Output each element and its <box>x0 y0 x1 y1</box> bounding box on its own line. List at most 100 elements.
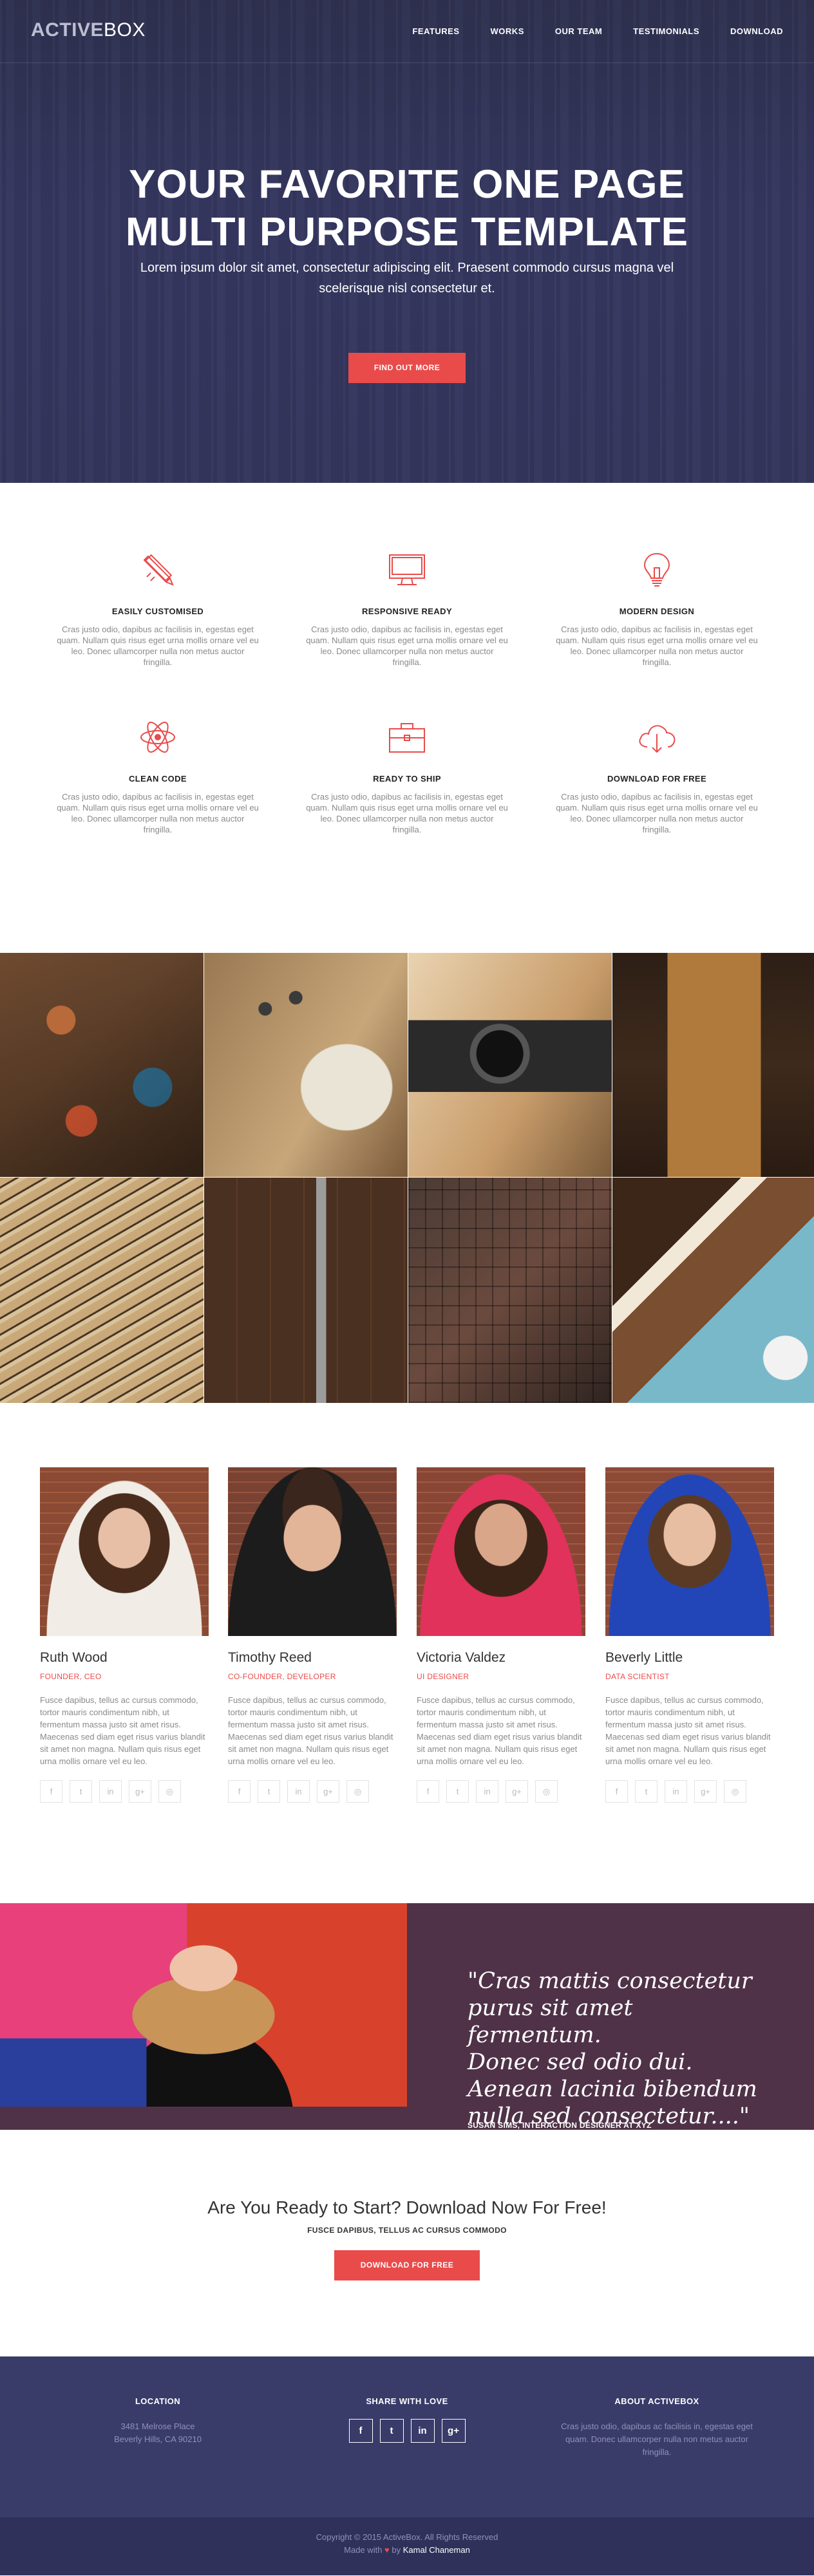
author-link[interactable]: Kamal Chaneman <box>403 2545 470 2555</box>
by-text: by <box>392 2545 401 2555</box>
nav-features[interactable]: FEATURES <box>412 26 459 36</box>
member-role: FOUNDER, CEO <box>40 1672 102 1681</box>
cloud-download-icon <box>639 725 676 753</box>
member-role: DATA SCIENTIST <box>605 1672 670 1681</box>
quote-line: Donec sed odio dui. <box>468 2049 693 2075</box>
portfolio-tile-coffee[interactable] <box>612 1178 814 1403</box>
facebook-icon[interactable]: f <box>605 1780 628 1803</box>
footer-about-text: Cras justo odio, dapibus ac facilisis in… <box>561 2421 753 2457</box>
dribbble-icon[interactable]: ◎ <box>724 1780 746 1803</box>
feature-clean-code: CLEAN CODE Cras justo odio, dapibus ac f… <box>52 715 264 835</box>
feature-easily-customised: EASILY CUSTOMISED Cras justo odio, dapib… <box>52 547 264 668</box>
footer-about-title: ABOUT ACTIVEBOX <box>614 2396 699 2406</box>
portfolio-tile-camera[interactable] <box>408 953 612 1177</box>
team-member-timothy-reed: Timothy Reed CO-FOUNDER, DEVELOPER Fusce… <box>228 1467 397 1803</box>
heart-icon: ♥ <box>384 2545 390 2555</box>
dribbble-icon[interactable]: ◎ <box>535 1780 558 1803</box>
member-bio: Fusce dapibus, tellus ac cursus commodo,… <box>40 1695 205 1766</box>
team-member-victoria-valdez: Victoria Valdez UI DESIGNER Fusce dapibu… <box>417 1467 585 1803</box>
logo[interactable]: ACTIVEBOX <box>31 19 146 41</box>
hero-subtitle: Lorem ipsum dolor sit amet, consectetur … <box>0 258 814 299</box>
quote-line: Aenean lacinia bibendum <box>468 2076 757 2102</box>
feature-responsive-ready: RESPONSIVE READY Cras justo odio, dapibu… <box>301 547 513 668</box>
footer-share-title: SHARE WITH LOVE <box>366 2396 448 2406</box>
twitter-icon[interactable]: t <box>70 1780 92 1803</box>
portfolio-tile-stamps[interactable] <box>0 953 204 1177</box>
member-socials: f t in g+ ◎ <box>605 1780 774 1803</box>
feature-title: READY TO SHIP <box>373 774 441 784</box>
portfolio-tile-letterpress[interactable] <box>408 1178 612 1403</box>
portfolio-tile-desk[interactable] <box>204 953 408 1177</box>
feature-download-for-free: DOWNLOAD FOR FREE Cras justo odio, dapib… <box>551 715 763 835</box>
dribbble-icon[interactable]: ◎ <box>346 1780 369 1803</box>
nav-our-team[interactable]: OUR TEAM <box>555 26 602 36</box>
linkedin-icon[interactable]: in <box>476 1780 498 1803</box>
footer-address: 3481 Melrose Place Beverly Hills, CA 902… <box>52 2420 264 2446</box>
google-plus-icon[interactable]: g+ <box>506 1780 528 1803</box>
member-name: Beverly Little <box>605 1650 683 1665</box>
linkedin-icon[interactable]: in <box>99 1780 122 1803</box>
member-bio: Fusce dapibus, tellus ac cursus commodo,… <box>605 1695 771 1766</box>
hero-title-line1: YOUR FAVORITE ONE PAGE <box>129 162 685 207</box>
find-out-more-button[interactable]: FIND OUT MORE <box>348 353 466 383</box>
portfolio-grid <box>0 953 814 1403</box>
footer-about: ABOUT ACTIVEBOX Cras justo odio, dapibus… <box>551 2396 763 2459</box>
footer-location: LOCATION 3481 Melrose Place Beverly Hill… <box>52 2396 264 2446</box>
testimonial-section: "Cras mattis consectetur purus sit amet … <box>0 1903 814 2130</box>
testimonial-quote: "Cras mattis consectetur purus sit amet … <box>468 1968 764 2130</box>
download-for-free-button[interactable]: DOWNLOAD FOR FREE <box>334 2250 480 2280</box>
member-name: Ruth Wood <box>40 1650 108 1665</box>
hero-title-line2: MULTI PURPOSE TEMPLATE <box>126 210 688 254</box>
feature-title: EASILY CUSTOMISED <box>111 606 204 616</box>
made-with-text: Made with <box>344 2545 383 2555</box>
avatar <box>228 1467 397 1636</box>
monitor-icon <box>389 554 425 585</box>
address-line: Beverly Hills, CA 90210 <box>114 2434 202 2444</box>
footer-location-title: LOCATION <box>135 2396 181 2406</box>
copyright-text: Copyright © 2015 ActiveBox. All Rights R… <box>316 2532 498 2542</box>
linkedin-icon[interactable]: in <box>410 2419 435 2443</box>
twitter-icon[interactable]: t <box>446 1780 469 1803</box>
atom-icon <box>140 721 175 753</box>
member-name: Victoria Valdez <box>417 1650 506 1665</box>
nav-download[interactable]: DOWNLOAD <box>730 26 783 36</box>
team-member-beverly-little: Beverly Little DATA SCIENTIST Fusce dapi… <box>605 1467 774 1803</box>
linkedin-icon[interactable]: in <box>287 1780 310 1803</box>
feature-text: Cras justo odio, dapibus ac facilisis in… <box>556 625 758 667</box>
google-plus-icon[interactable]: g+ <box>317 1780 339 1803</box>
member-role: UI DESIGNER <box>417 1672 469 1681</box>
top-navbar: ACTIVEBOX FEATURES WORKS OUR TEAM TESTIM… <box>0 0 814 63</box>
cta-subtitle: FUSCE DAPIBUS, TELLUS AC CURSUS COMMODO <box>307 2226 507 2235</box>
portfolio-tile-notebook[interactable] <box>612 953 814 1177</box>
google-plus-icon[interactable]: g+ <box>694 1780 717 1803</box>
twitter-icon[interactable]: t <box>258 1780 280 1803</box>
team-member-ruth-wood: Ruth Wood FOUNDER, CEO Fusce dapibus, te… <box>40 1467 209 1803</box>
nav-works[interactable]: WORKS <box>491 26 524 36</box>
twitter-icon[interactable]: t <box>379 2419 404 2443</box>
nav-testimonials[interactable]: TESTIMONIALS <box>633 26 699 36</box>
feature-title: RESPONSIVE READY <box>361 606 453 616</box>
feature-modern-design: MODERN DESIGN Cras justo odio, dapibus a… <box>551 547 763 668</box>
cta-title: Are You Ready to Start? Download Now For… <box>207 2197 607 2217</box>
facebook-icon[interactable]: f <box>228 1780 251 1803</box>
feature-text: Cras justo odio, dapibus ac facilisis in… <box>306 792 508 834</box>
portfolio-tile-tools[interactable] <box>204 1178 408 1403</box>
portfolio-tile-pens[interactable] <box>0 1178 204 1403</box>
twitter-icon[interactable]: t <box>635 1780 658 1803</box>
feature-text: Cras justo odio, dapibus ac facilisis in… <box>556 792 758 834</box>
quote-line: purus sit amet fermentum. <box>468 1995 633 2048</box>
testimonial-author: SUSAN SIMS, INTERACTION DESIGNER AT XYZ <box>468 2121 652 2130</box>
lightbulb-icon <box>643 552 670 587</box>
feature-text: Cras justo odio, dapibus ac facilisis in… <box>306 625 508 667</box>
member-bio: Fusce dapibus, tellus ac cursus commodo,… <box>228 1695 393 1766</box>
facebook-icon[interactable]: f <box>40 1780 62 1803</box>
made-with-line: Made with ♥ by Kamal Chaneman <box>0 2544 814 2557</box>
member-bio: Fusce dapibus, tellus ac cursus commodo,… <box>417 1695 582 1766</box>
google-plus-icon[interactable]: g+ <box>441 2419 466 2443</box>
facebook-icon[interactable]: f <box>417 1780 439 1803</box>
linkedin-icon[interactable]: in <box>665 1780 687 1803</box>
briefcase-icon <box>389 723 425 753</box>
google-plus-icon[interactable]: g+ <box>129 1780 151 1803</box>
facebook-icon[interactable]: f <box>348 2419 373 2443</box>
dribbble-icon[interactable]: ◎ <box>158 1780 181 1803</box>
